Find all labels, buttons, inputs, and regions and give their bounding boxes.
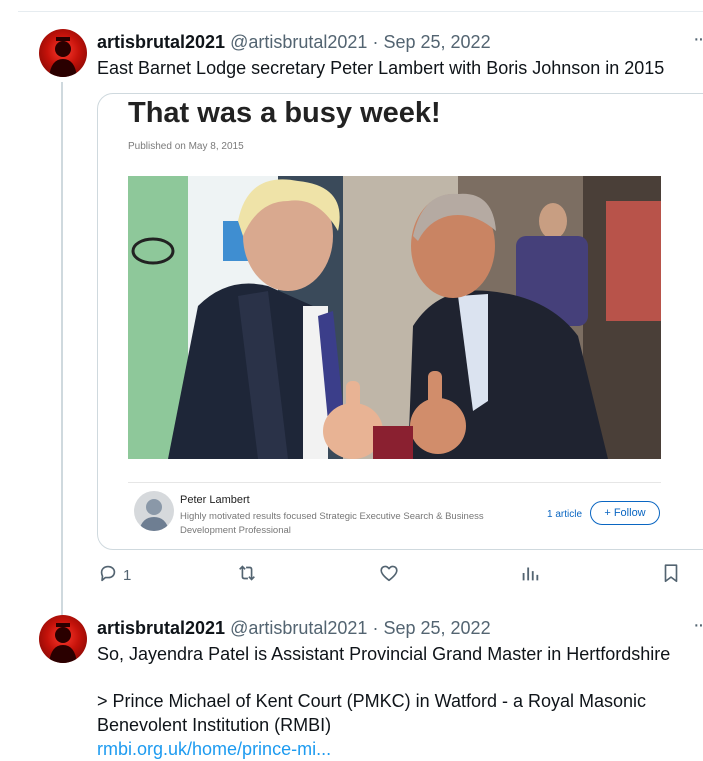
more-icon[interactable]: ·· [693,614,703,637]
reply-button[interactable]: 1 [97,563,131,587]
article-count: 1 article [547,509,583,520]
bookmark-icon [660,562,682,588]
retweet-icon [236,562,258,588]
more-icon[interactable]: ·· [693,28,703,51]
article-photo [128,176,661,459]
tweet-header: artisbrutal2021 @artisbrutal2021 · Sep 2… [97,617,491,639]
author-name: Peter Lambert [180,494,250,506]
tweet-link[interactable]: rmbi.org.uk/home/prince-mi... [97,738,331,761]
top-divider [18,11,703,12]
link-preview-card[interactable]: That was a busy week! Published on May 8… [97,93,703,550]
tweet-text: East Barnet Lodge secretary Peter Lamber… [97,58,665,78]
tweet-actions: 1 [97,563,703,589]
separator: · [372,32,379,52]
timestamp[interactable]: Sep 25, 2022 [383,32,490,52]
bookmark-button[interactable] [660,563,682,587]
tweet-header: artisbrutal2021 @artisbrutal2021 · Sep 2… [97,31,491,53]
author-bio: Highly motivated results focused Strateg… [180,511,484,536]
author-divider [128,482,661,483]
timestamp[interactable]: Sep 25, 2022 [383,618,490,638]
heart-icon [378,562,400,588]
published-date: Published on May 8, 2015 [128,141,244,152]
reply-count: 1 [123,566,132,584]
thread-connector-line [61,82,63,617]
handle[interactable]: @artisbrutal2021 [230,618,367,638]
reply-icon [97,562,119,588]
like-button[interactable] [378,563,400,587]
separator: · [372,618,379,638]
handle[interactable]: @artisbrutal2021 [230,32,367,52]
article-title: That was a busy week! [128,97,441,129]
tweet-text-line-1: So, Jayendra Patel is Assistant Provinci… [97,644,671,664]
retweet-button[interactable] [236,563,258,587]
views-icon [519,562,541,588]
tweet-text-line-3: Benevolent Institution (RMBI) [97,715,332,735]
tweet-text-line-2: > Prince Michael of Kent Court (PMKC) in… [97,691,647,711]
views-button[interactable] [519,563,541,587]
avatar[interactable] [39,615,87,663]
follow-button[interactable]: + Follow [590,501,660,525]
display-name[interactable]: artisbrutal2021 [97,618,225,638]
author-avatar [134,491,174,531]
display-name[interactable]: artisbrutal2021 [97,32,225,52]
avatar[interactable] [39,29,87,77]
